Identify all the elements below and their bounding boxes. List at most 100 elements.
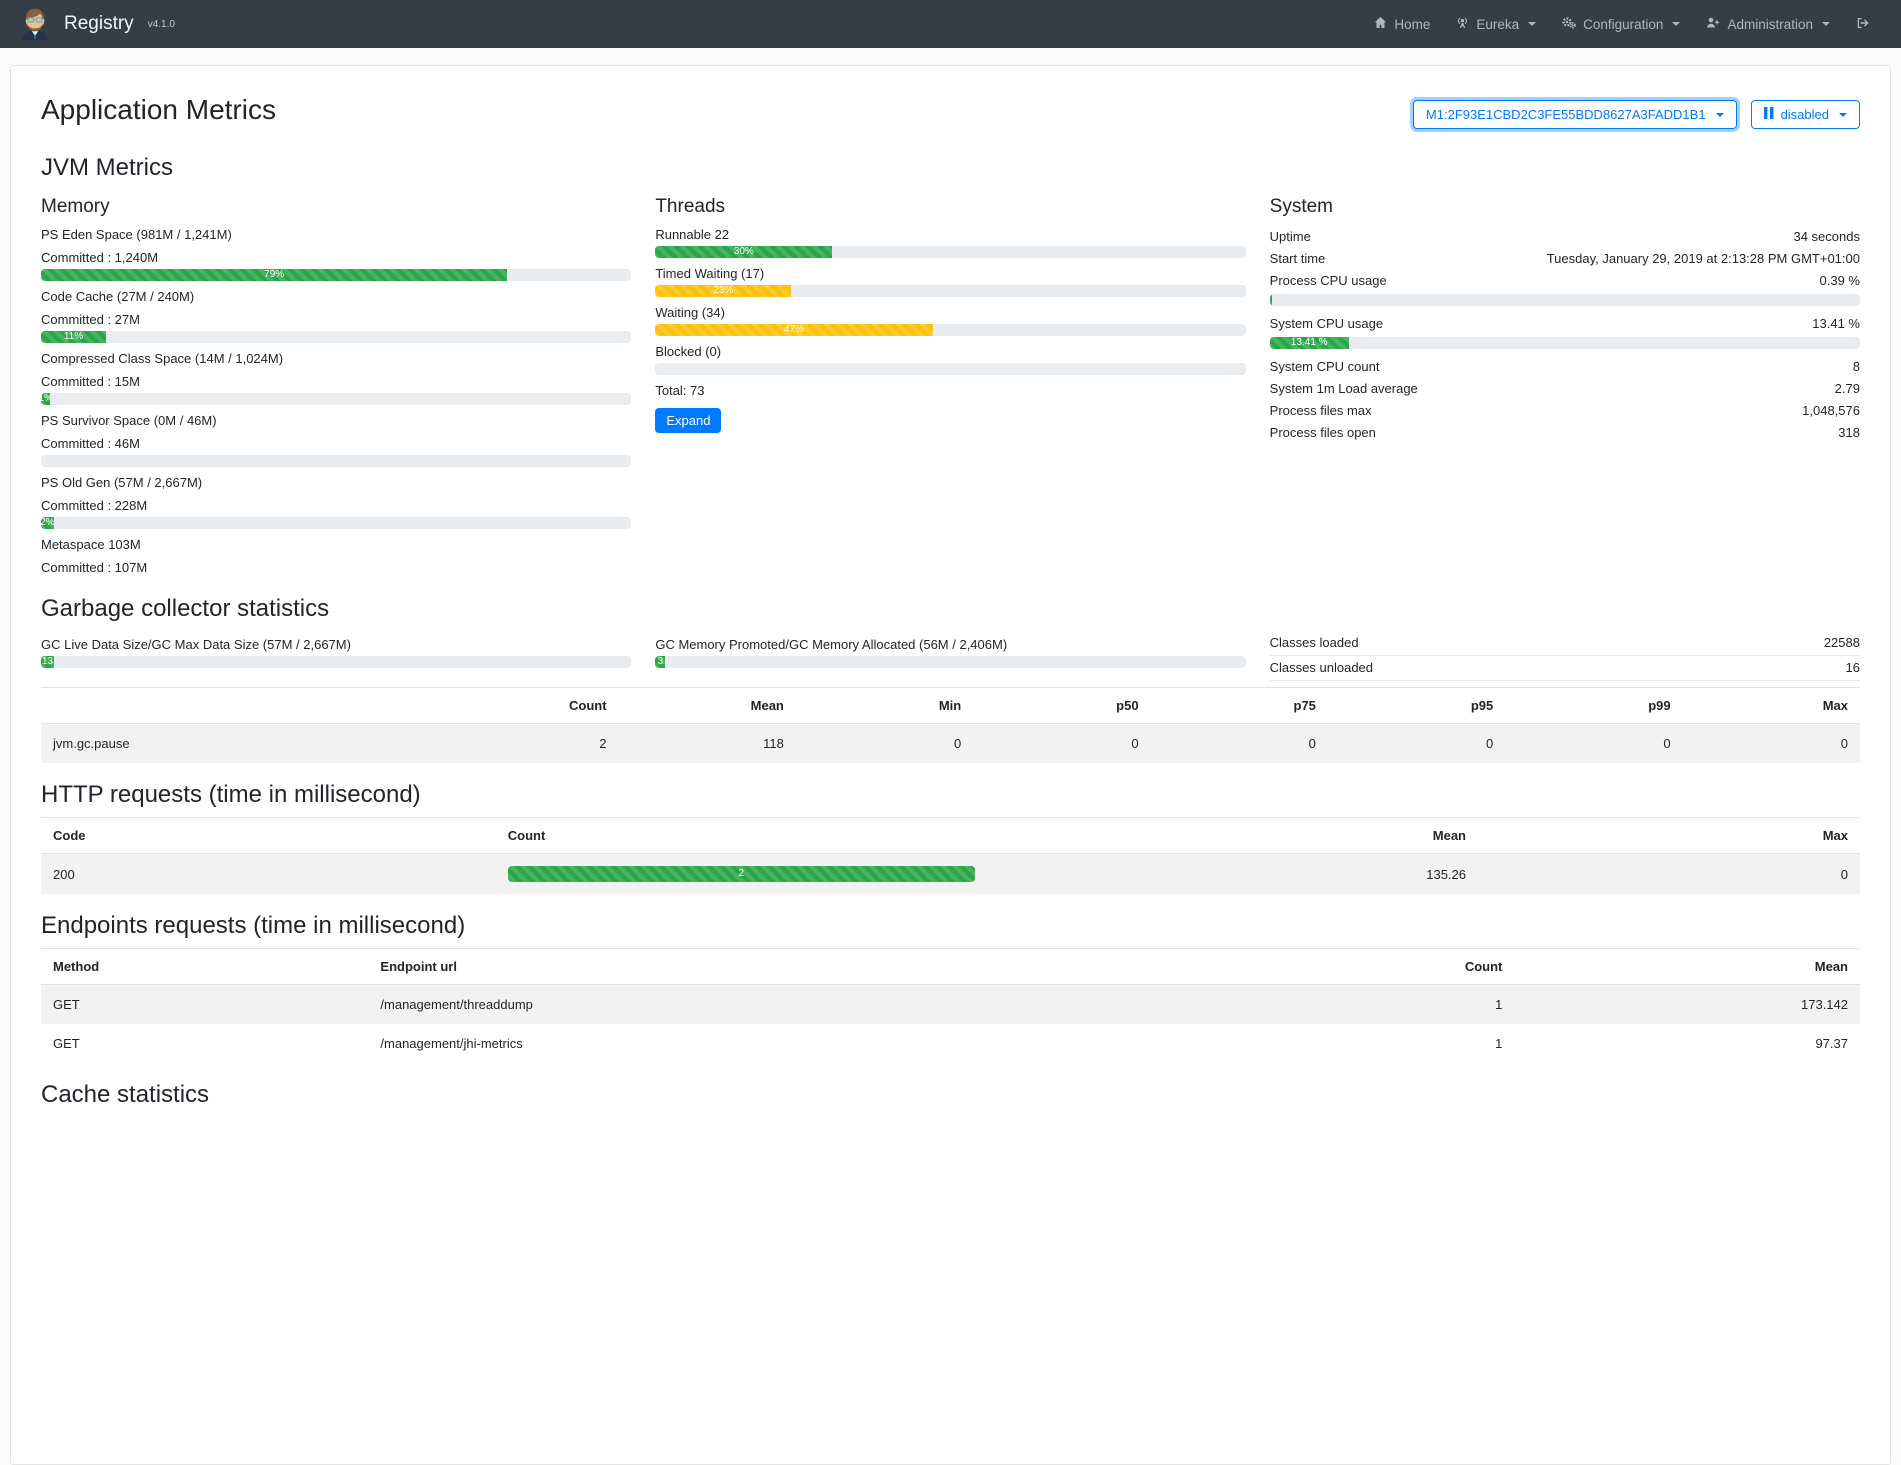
thread-progress-track: [655, 363, 1245, 375]
jhipster-avatar-icon: [18, 6, 52, 43]
endpoints-requests-heading: Endpoints requests (time in millisecond): [41, 912, 1860, 940]
memory-committed-label: Committed : 27M: [41, 311, 631, 329]
memory-progress-bar: 11%: [41, 331, 106, 343]
chevron-down-icon: [1528, 22, 1536, 26]
metrics-card: Application Metrics M1:2F93E1CBD2C3FE55B…: [10, 65, 1891, 1465]
jvm-metrics-heading: JVM Metrics: [41, 154, 1860, 182]
nav-item-home[interactable]: Home: [1361, 8, 1443, 40]
classes-unloaded-label: Classes unloaded: [1270, 659, 1373, 677]
chevron-down-icon: [1672, 22, 1680, 26]
cpu-count-label: System CPU count: [1270, 358, 1380, 376]
thread-progress-bar: 30%: [655, 246, 832, 258]
gc-live-label: GC Live Data Size/GC Max Data Size (57M …: [41, 636, 631, 654]
sign-out-button[interactable]: [1843, 8, 1883, 41]
cpu-count-value: 8: [1853, 358, 1860, 376]
gc-live-track: 13: [41, 656, 631, 668]
memory-pool-label: Compressed Class Space (14M / 1,024M): [41, 350, 631, 368]
http-code-cell: 200: [41, 854, 496, 895]
classes-loaded-label: Classes loaded: [1270, 634, 1359, 652]
thread-progress-track: 47%: [655, 324, 1245, 336]
thread-progress-track: 23%: [655, 285, 1245, 297]
nav-links: Home Eureka Configur: [1361, 8, 1883, 41]
table-row: GET /management/jhi-metrics 1 97.37: [41, 1024, 1860, 1063]
http-requests-heading: HTTP requests (time in millisecond): [41, 781, 1860, 809]
page-title: Application Metrics: [41, 94, 276, 126]
memory-pool-label: PS Eden Space (981M / 1,241M): [41, 226, 631, 244]
gc-live-bar: 13: [41, 656, 54, 668]
uptime-value: 34 seconds: [1793, 228, 1860, 246]
pause-icon: [1764, 107, 1774, 122]
system-column: System Uptime34 seconds Start timeTuesda…: [1270, 190, 1860, 577]
files-open-label: Process files open: [1270, 424, 1376, 442]
app-version: v4.1.0: [148, 19, 175, 30]
table-row: jvm.gc.pause 2 118 0 0 0 0 0 0: [41, 724, 1860, 764]
system-cpu-value: 13.41 %: [1812, 315, 1860, 333]
process-cpu-bar: [1270, 294, 1272, 306]
start-time-label: Start time: [1270, 250, 1326, 268]
memory-progress-track: 79%: [41, 269, 631, 281]
brand[interactable]: Registry v4.1.0: [18, 6, 175, 43]
process-cpu-track: [1270, 294, 1860, 306]
thread-progress-bar: 47%: [655, 324, 932, 336]
thread-state-label: Waiting (34): [655, 304, 1245, 322]
process-cpu-value: 0.39 %: [1820, 272, 1860, 290]
cache-statistics-heading: Cache statistics: [41, 1081, 1860, 1109]
load-average-value: 2.79: [1835, 380, 1860, 398]
threads-total: Total: 73: [655, 382, 1245, 400]
chevron-down-icon: [1716, 113, 1724, 117]
gc-promoted-bar: 3: [655, 656, 665, 668]
load-average-label: System 1m Load average: [1270, 380, 1418, 398]
thread-progress-track: 30%: [655, 246, 1245, 258]
gc-promoted-track: 3: [655, 656, 1245, 668]
memory-committed-label: Committed : 15M: [41, 373, 631, 391]
gc-pause-table: Count Mean Min p50 p75 p95 p99 Max jvm.g…: [41, 687, 1860, 763]
home-icon: [1374, 16, 1387, 32]
nav-item-eureka[interactable]: Eureka: [1443, 8, 1549, 40]
memory-committed-label: Committed : 228M: [41, 497, 631, 515]
gc-live-column: GC Live Data Size/GC Max Data Size (57M …: [41, 631, 631, 681]
system-cpu-track: 13.41 %: [1270, 337, 1860, 349]
table-row: 200 2 135.26 0: [41, 854, 1860, 895]
files-max-value: 1,048,576: [1802, 402, 1860, 420]
sign-out-icon: [1856, 16, 1870, 33]
http-count-bar: 2: [508, 866, 975, 882]
classes-unloaded-value: 16: [1846, 659, 1860, 677]
classes-loaded-value: 22588: [1824, 634, 1860, 652]
table-row: GET /management/threaddump 1 173.142: [41, 985, 1860, 1025]
threads-heading: Threads: [655, 196, 1245, 218]
system-cpu-bar: 13.41 %: [1270, 337, 1349, 349]
navbar: Registry v4.1.0 Home Eureka: [0, 0, 1901, 48]
memory-pool-label: Metaspace 103M: [41, 536, 631, 554]
http-requests-table: Code Count Mean Max 200 2 135.26 0: [41, 817, 1860, 894]
refresh-disabled-dropdown[interactable]: disabled: [1751, 100, 1860, 129]
thread-state-label: Runnable 22: [655, 226, 1245, 244]
nav-item-administration[interactable]: Administration: [1693, 8, 1843, 40]
threads-column: Threads Runnable 22 30% Timed Waiting (1…: [655, 190, 1245, 577]
memory-column: Memory PS Eden Space (981M / 1,241M) Com…: [41, 190, 631, 577]
memory-progress-bar: 2%: [41, 517, 54, 529]
gears-icon: [1562, 16, 1576, 32]
thread-state-label: Blocked (0): [655, 343, 1245, 361]
broadcast-tower-icon: [1456, 16, 1469, 32]
system-cpu-label: System CPU usage: [1270, 315, 1383, 333]
gc-col-name: [41, 688, 441, 724]
memory-progress-track: 2%: [41, 517, 631, 529]
memory-progress-track: [41, 455, 631, 467]
uptime-label: Uptime: [1270, 228, 1311, 246]
memory-pool-label: Code Cache (27M / 240M): [41, 288, 631, 306]
page-background: Application Metrics M1:2F93E1CBD2C3FE55B…: [0, 48, 1901, 1465]
memory-progress-bar: 1%: [41, 393, 50, 405]
gc-classes-column: Classes loaded 22588 Classes unloaded 16: [1270, 631, 1860, 681]
instance-selector-dropdown[interactable]: M1:2F93E1CBD2C3FE55BDD8627A3FADD1B1: [1413, 100, 1737, 129]
http-count-track: 2: [508, 866, 975, 882]
thread-progress-bar: 23%: [655, 285, 791, 297]
chevron-down-icon: [1839, 113, 1847, 117]
nav-item-configuration[interactable]: Configuration: [1549, 8, 1693, 40]
endpoints-requests-table: Method Endpoint url Count Mean GET /mana…: [41, 948, 1860, 1063]
expand-threads-button[interactable]: Expand: [655, 408, 721, 433]
memory-heading: Memory: [41, 196, 631, 218]
process-cpu-label: Process CPU usage: [1270, 272, 1387, 290]
memory-pool-label: PS Survivor Space (0M / 46M): [41, 412, 631, 430]
memory-committed-label: Committed : 1,240M: [41, 249, 631, 267]
memory-pool-label: PS Old Gen (57M / 2,667M): [41, 474, 631, 492]
